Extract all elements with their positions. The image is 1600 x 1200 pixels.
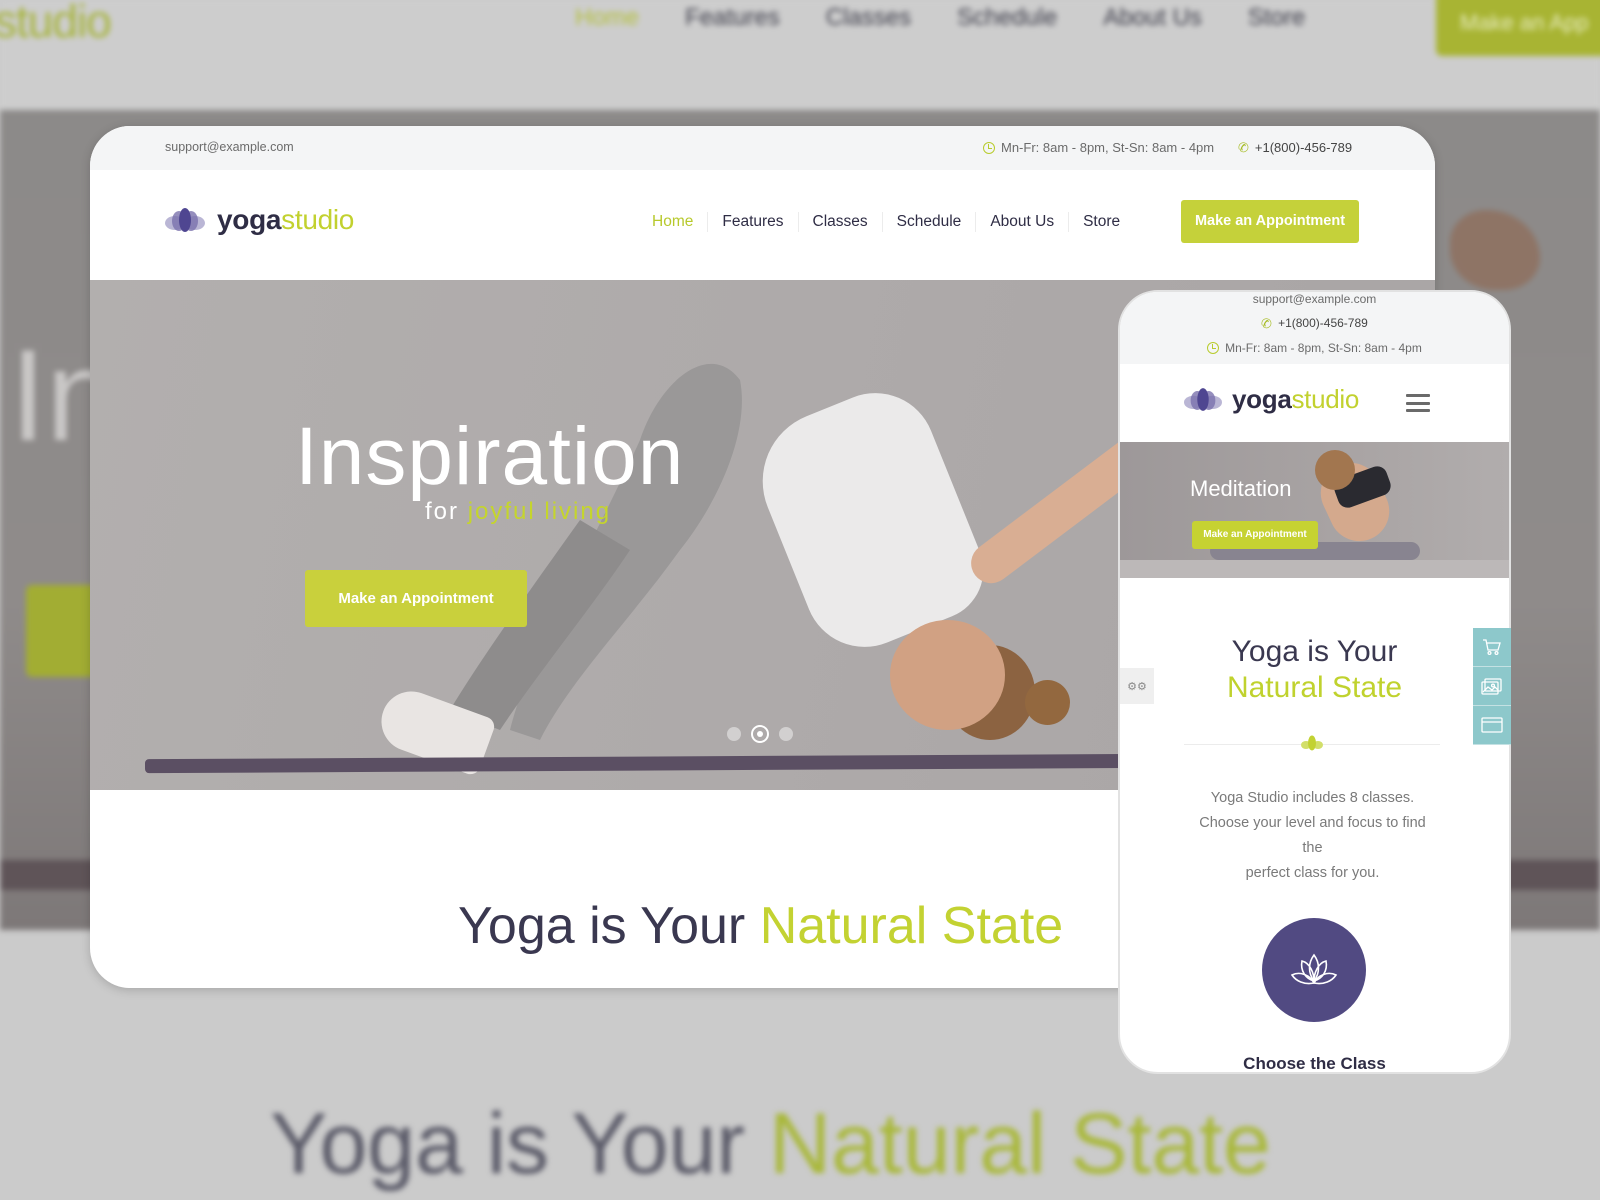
bg-nav-item: Home — [575, 4, 640, 31]
hero-photo-bun — [1025, 680, 1070, 725]
hero-title: Inspiration — [295, 411, 685, 502]
support-email-link[interactable]: support@example.com — [165, 140, 294, 154]
hero-photo-head — [890, 620, 1005, 730]
image-gallery-icon[interactable] — [1473, 667, 1511, 706]
nav-classes[interactable]: Classes — [797, 212, 882, 232]
bg-nav-item: Schedule — [957, 4, 1058, 31]
bg-title-main: Yoga is Your — [270, 1096, 769, 1192]
side-toolbar — [1473, 628, 1511, 745]
hero-subtitle-prefix: for — [425, 498, 468, 525]
mobile-hours-text: Mn-Fr: 8am - 8pm, St-Sn: 8am - 4pm — [1225, 341, 1422, 355]
phone-icon: ✆ — [1259, 314, 1274, 332]
lotus-divider-icon — [1301, 732, 1323, 754]
bg-nav: Home Features Classes Schedule About Us … — [575, 4, 1305, 32]
mobile-section-description: Yoga Studio includes 8 classes. Choose y… — [1160, 786, 1465, 886]
hero-subtitle-accent: joyful living — [467, 498, 612, 525]
section-title-accent: Natural State — [759, 897, 1064, 955]
logo-accent: studio — [1291, 384, 1360, 414]
choose-class-title[interactable]: Choose the Class — [1120, 1054, 1509, 1072]
logo-primary: yoga — [1232, 384, 1292, 414]
bg-logo: studio — [0, 0, 112, 47]
mobile-title-main: Yoga is Your — [1231, 635, 1398, 668]
description-line: the — [1302, 840, 1323, 856]
bg-section-title: Yoga is Your Natural State — [270, 1095, 1271, 1194]
mobile-topbar: support@example.com ✆ +1(800)-456-789 Mn… — [1120, 292, 1509, 364]
logo[interactable]: yogastudio — [165, 204, 354, 236]
bg-title-accent: Natural State — [768, 1096, 1271, 1192]
mobile-title-accent: Natural State — [1226, 671, 1403, 704]
phone-text: +1(800)-456-789 — [1254, 140, 1353, 155]
browser-window-icon[interactable] — [1473, 706, 1511, 745]
nav-store[interactable]: Store — [1068, 212, 1134, 232]
lotus-logo-icon — [1184, 388, 1222, 411]
nav-home[interactable]: Home — [638, 212, 707, 232]
nav-features[interactable]: Features — [707, 212, 797, 232]
bg-nav-item: Classes — [825, 4, 912, 31]
hero-appointment-button[interactable]: Make an Appointment — [305, 570, 527, 627]
logo-accent: studio — [281, 204, 355, 235]
phone-icon: ✆ — [1236, 139, 1251, 156]
mobile-hero: Meditation Make an Appointment — [1120, 442, 1509, 578]
phone-link[interactable]: ✆ +1(800)-456-789 — [1236, 139, 1353, 156]
mobile-header: yogastudio — [1120, 364, 1509, 442]
mobile-logo[interactable]: yogastudio — [1184, 384, 1359, 415]
slider-dots — [727, 725, 793, 743]
logo-text: yogastudio — [217, 204, 354, 236]
description-line: Yoga Studio includes 8 classes. — [1210, 790, 1415, 806]
bg-cta-button: Make an App — [1436, 0, 1600, 56]
clock-icon — [983, 141, 995, 154]
hours-text: Mn-Fr: 8am - 8pm, St-Sn: 8am - 4pm — [1001, 140, 1215, 155]
logo-primary: yoga — [217, 204, 282, 235]
slider-dot-2-active[interactable] — [751, 725, 769, 743]
mobile-phone-link[interactable]: ✆ +1(800)-456-789 — [1120, 314, 1509, 332]
description-line: perfect class for you. — [1245, 865, 1380, 881]
hero-subtitle: for joyful living — [425, 498, 611, 526]
mobile-hero-title: Meditation — [1190, 476, 1292, 501]
hero-photo-legs — [450, 363, 742, 740]
bg-nav-item: Features — [685, 4, 780, 31]
cart-icon[interactable] — [1473, 628, 1511, 667]
make-appointment-button[interactable]: Make an Appointment — [1181, 200, 1359, 243]
bg-nav-item: About Us — [1103, 4, 1202, 31]
mobile-mockup: support@example.com ✆ +1(800)-456-789 Mn… — [1118, 290, 1511, 1074]
mobile-logo-text: yogastudio — [1232, 384, 1359, 415]
slider-dot-1[interactable] — [727, 727, 741, 741]
mobile-section-title: Yoga is Your Natural State — [1120, 634, 1509, 706]
mobile-hero-photo-hair — [1315, 450, 1355, 490]
desktop-header: yogastudio Home Features Classes Schedul… — [90, 170, 1435, 280]
opening-hours: Mn-Fr: 8am - 8pm, St-Sn: 8am - 4pm — [983, 140, 1214, 155]
nav-about-us[interactable]: About Us — [975, 212, 1068, 232]
slider-dot-3[interactable] — [779, 727, 793, 741]
desktop-topbar: support@example.com Mn-Fr: 8am - 8pm, St… — [90, 126, 1435, 170]
mobile-appointment-button[interactable]: Make an Appointment — [1192, 521, 1318, 549]
mobile-hero-floor — [1120, 560, 1509, 578]
main-nav: Home Features Classes Schedule About Us … — [638, 212, 1134, 232]
mobile-email-link[interactable]: support@example.com — [1120, 292, 1509, 306]
lotus-outline-icon — [1290, 953, 1338, 985]
bg-nav-item: Store — [1247, 4, 1306, 31]
mobile-hours: Mn-Fr: 8am - 8pm, St-Sn: 8am - 4pm — [1120, 341, 1509, 355]
clock-icon — [1207, 342, 1220, 354]
hamburger-menu-icon[interactable] — [1406, 394, 1430, 412]
section-title-main: Yoga is Your — [458, 897, 760, 955]
class-feature-circle[interactable] — [1262, 918, 1366, 1022]
nav-schedule[interactable]: Schedule — [881, 212, 976, 232]
mobile-phone-text: +1(800)-456-789 — [1278, 316, 1368, 330]
section-title: Yoga is Your Natural State — [458, 896, 1063, 956]
lotus-logo-icon — [165, 208, 205, 232]
mobile-email-text: support@example.com — [1252, 292, 1377, 306]
description-line: Choose your level and focus to find — [1199, 815, 1426, 831]
